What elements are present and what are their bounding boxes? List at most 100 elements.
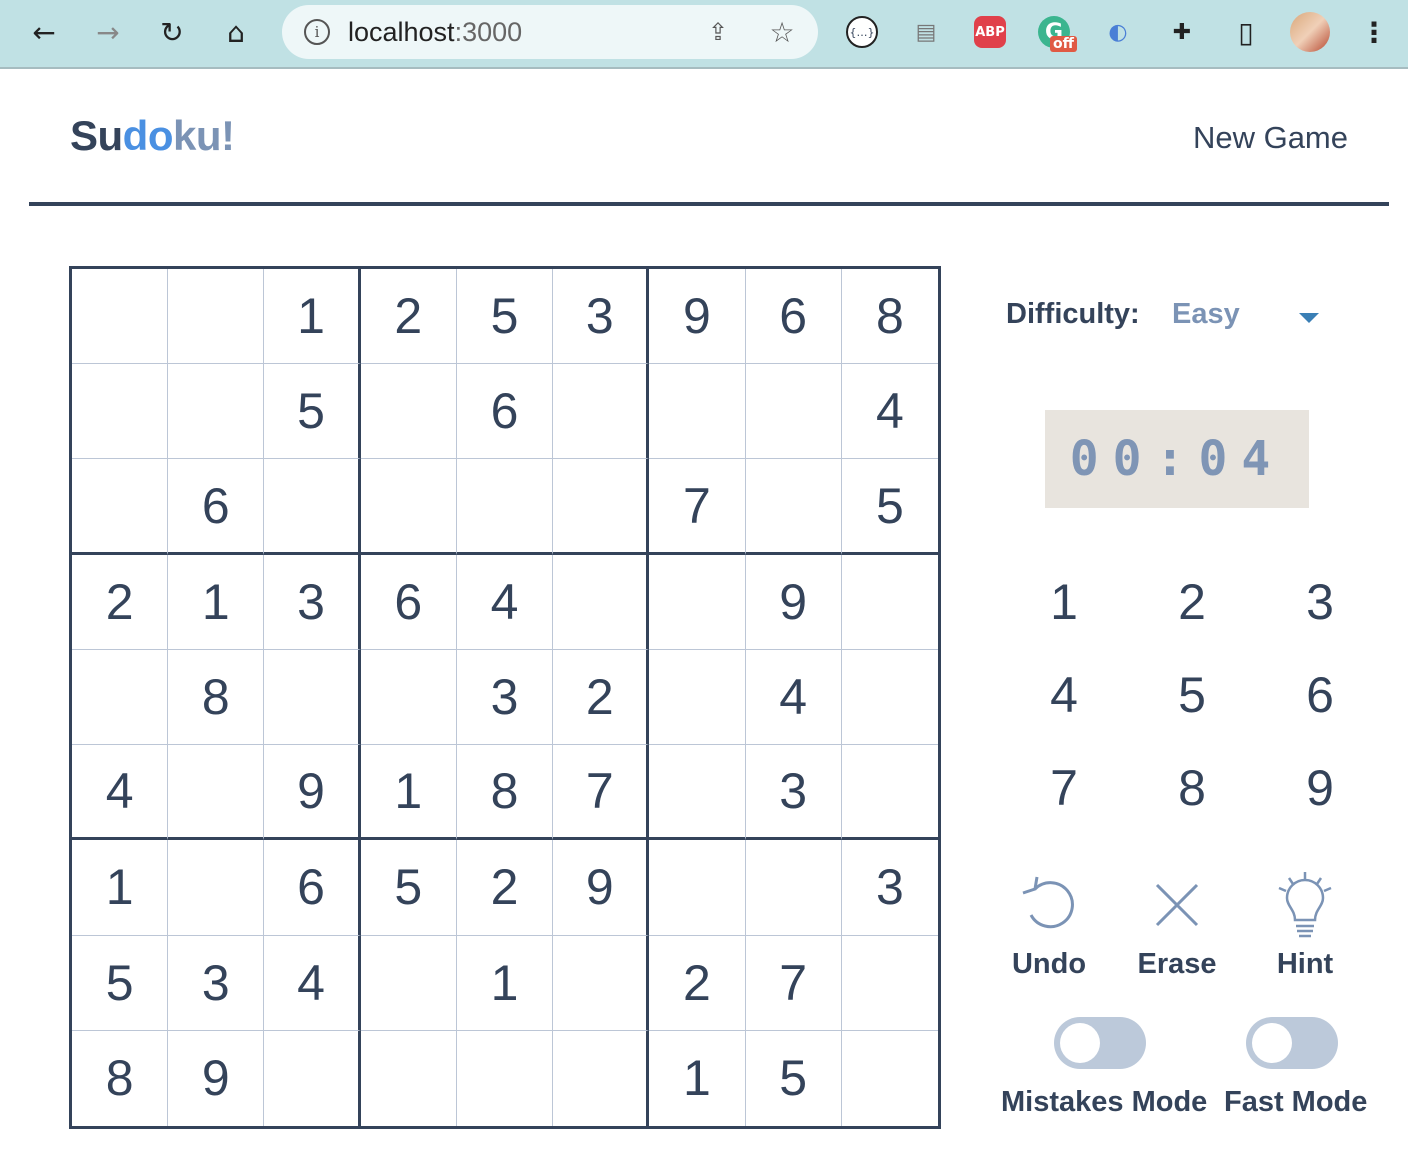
sidepanel-icon[interactable]: ▯ xyxy=(1230,16,1262,49)
cell-r4c3[interactable]: 3 xyxy=(264,554,361,650)
mistakes-mode-toggle[interactable] xyxy=(1054,1017,1146,1069)
hint-button[interactable]: Hint xyxy=(1245,870,1365,981)
cell-r4c7[interactable] xyxy=(649,554,746,650)
number-button-8[interactable]: 8 xyxy=(1128,741,1256,834)
chevron-down-icon[interactable] xyxy=(1299,313,1319,323)
cell-r1c7[interactable]: 9 xyxy=(649,269,746,365)
cell-r4c4[interactable]: 6 xyxy=(360,554,457,650)
share-icon[interactable]: ⇪ xyxy=(700,14,736,50)
cell-r3c3[interactable] xyxy=(264,459,361,555)
cell-r8c6[interactable] xyxy=(553,935,650,1031)
number-button-2[interactable]: 2 xyxy=(1128,555,1256,648)
cell-r2c9[interactable]: 4 xyxy=(841,364,938,460)
cell-r1c2[interactable] xyxy=(168,269,265,365)
cell-r9c7[interactable]: 1 xyxy=(649,1030,746,1126)
cell-r9c3[interactable] xyxy=(264,1030,361,1126)
cell-r5c6[interactable]: 2 xyxy=(553,649,650,746)
cell-r1c5[interactable]: 5 xyxy=(456,269,554,365)
erase-button[interactable]: Erase xyxy=(1117,870,1237,981)
cell-r2c3[interactable]: 5 xyxy=(264,364,361,460)
logo[interactable]: Sudoku! xyxy=(70,112,235,160)
star-icon[interactable]: ☆ xyxy=(764,14,800,50)
cell-r4c2[interactable]: 1 xyxy=(168,554,265,650)
cell-r4c5[interactable]: 4 xyxy=(456,554,554,650)
cell-r1c6[interactable]: 3 xyxy=(553,269,650,365)
reload-icon[interactable]: ↻ xyxy=(154,14,190,50)
cell-r5c5[interactable]: 3 xyxy=(456,649,554,746)
number-button-5[interactable]: 5 xyxy=(1128,648,1256,741)
cell-r9c1[interactable]: 8 xyxy=(72,1030,169,1126)
fast-mode-toggle[interactable] xyxy=(1246,1017,1338,1069)
cell-r5c7[interactable] xyxy=(649,649,746,746)
cell-r3c2[interactable]: 6 xyxy=(168,459,265,555)
cell-r8c2[interactable]: 3 xyxy=(168,935,265,1031)
number-button-4[interactable]: 4 xyxy=(1000,648,1128,741)
cell-r9c4[interactable] xyxy=(361,1030,457,1126)
puzzle-icon[interactable]: ✚ xyxy=(1166,16,1198,48)
cell-r9c6[interactable] xyxy=(553,1030,650,1126)
document-extension-icon[interactable]: ▤ xyxy=(910,16,942,48)
cell-r6c3[interactable]: 9 xyxy=(264,745,361,841)
cell-r8c7[interactable]: 2 xyxy=(649,935,746,1031)
cell-r7c6[interactable]: 9 xyxy=(553,840,650,936)
cell-r8c9[interactable] xyxy=(841,936,938,1031)
cell-r9c5[interactable] xyxy=(457,1030,554,1126)
cell-r2c8[interactable] xyxy=(745,364,842,460)
adblock-icon[interactable]: ABP xyxy=(974,16,1006,48)
cell-r6c6[interactable]: 7 xyxy=(553,745,650,841)
number-button-1[interactable]: 1 xyxy=(1000,555,1128,648)
avatar[interactable] xyxy=(1290,12,1330,52)
cell-r1c1[interactable] xyxy=(72,269,169,365)
url-text[interactable]: localhost:3000 xyxy=(348,17,522,48)
cell-r4c9[interactable] xyxy=(841,555,938,650)
cell-r8c3[interactable]: 4 xyxy=(264,935,361,1031)
cell-r9c8[interactable]: 5 xyxy=(746,1030,842,1126)
cell-r2c4[interactable] xyxy=(360,364,457,460)
cell-r5c2[interactable]: 8 xyxy=(168,649,265,746)
cell-r2c7[interactable] xyxy=(649,364,746,460)
cell-r5c9[interactable] xyxy=(841,650,938,746)
new-game-button[interactable]: New Game xyxy=(1193,120,1348,156)
number-button-3[interactable]: 3 xyxy=(1256,555,1384,648)
cell-r6c2[interactable] xyxy=(168,745,265,841)
number-button-9[interactable]: 9 xyxy=(1256,741,1384,834)
cell-r4c8[interactable]: 9 xyxy=(745,554,842,650)
cell-r9c2[interactable]: 9 xyxy=(168,1030,265,1126)
cell-r7c2[interactable] xyxy=(168,840,265,936)
cell-r6c4[interactable]: 1 xyxy=(360,745,457,841)
cell-r3c4[interactable] xyxy=(360,459,457,555)
cell-r7c1[interactable]: 1 xyxy=(72,840,169,936)
cell-r7c5[interactable]: 2 xyxy=(456,840,554,936)
cell-r1c8[interactable]: 6 xyxy=(745,269,842,365)
cell-r4c1[interactable]: 2 xyxy=(72,554,169,650)
number-button-6[interactable]: 6 xyxy=(1256,648,1384,741)
cell-r5c3[interactable] xyxy=(264,649,361,746)
address-bar[interactable]: i localhost:3000 ⇪ ☆ xyxy=(282,5,818,59)
back-icon[interactable]: ← xyxy=(26,14,62,50)
cell-r8c1[interactable]: 5 xyxy=(72,935,169,1031)
cell-r7c7[interactable] xyxy=(649,840,746,936)
undo-button[interactable]: Undo xyxy=(989,870,1109,981)
cell-r5c8[interactable]: 4 xyxy=(745,649,842,746)
cell-r3c8[interactable] xyxy=(745,459,842,555)
cell-r7c8[interactable] xyxy=(745,840,842,936)
cell-r4c6[interactable] xyxy=(553,554,650,650)
cell-r2c1[interactable] xyxy=(72,364,169,460)
number-button-7[interactable]: 7 xyxy=(1000,741,1128,834)
cell-r6c7[interactable] xyxy=(649,745,746,841)
info-icon[interactable]: i xyxy=(304,19,330,45)
cell-r1c9[interactable]: 8 xyxy=(841,269,938,365)
cell-r9c9[interactable] xyxy=(842,1031,938,1126)
cell-r8c8[interactable]: 7 xyxy=(745,935,842,1031)
cell-r5c4[interactable] xyxy=(360,649,457,746)
cell-r2c2[interactable] xyxy=(168,364,265,460)
cell-r2c6[interactable] xyxy=(553,364,650,460)
difficulty-select[interactable]: Easy xyxy=(1172,298,1240,331)
cell-r2c5[interactable]: 6 xyxy=(456,364,554,460)
cell-r1c4[interactable]: 2 xyxy=(360,269,457,365)
cell-r6c5[interactable]: 8 xyxy=(456,745,554,841)
forward-icon[interactable]: → xyxy=(90,14,126,50)
cell-r3c6[interactable] xyxy=(553,459,650,555)
cell-r6c9[interactable] xyxy=(841,745,938,841)
cell-r7c9[interactable]: 3 xyxy=(841,840,938,936)
